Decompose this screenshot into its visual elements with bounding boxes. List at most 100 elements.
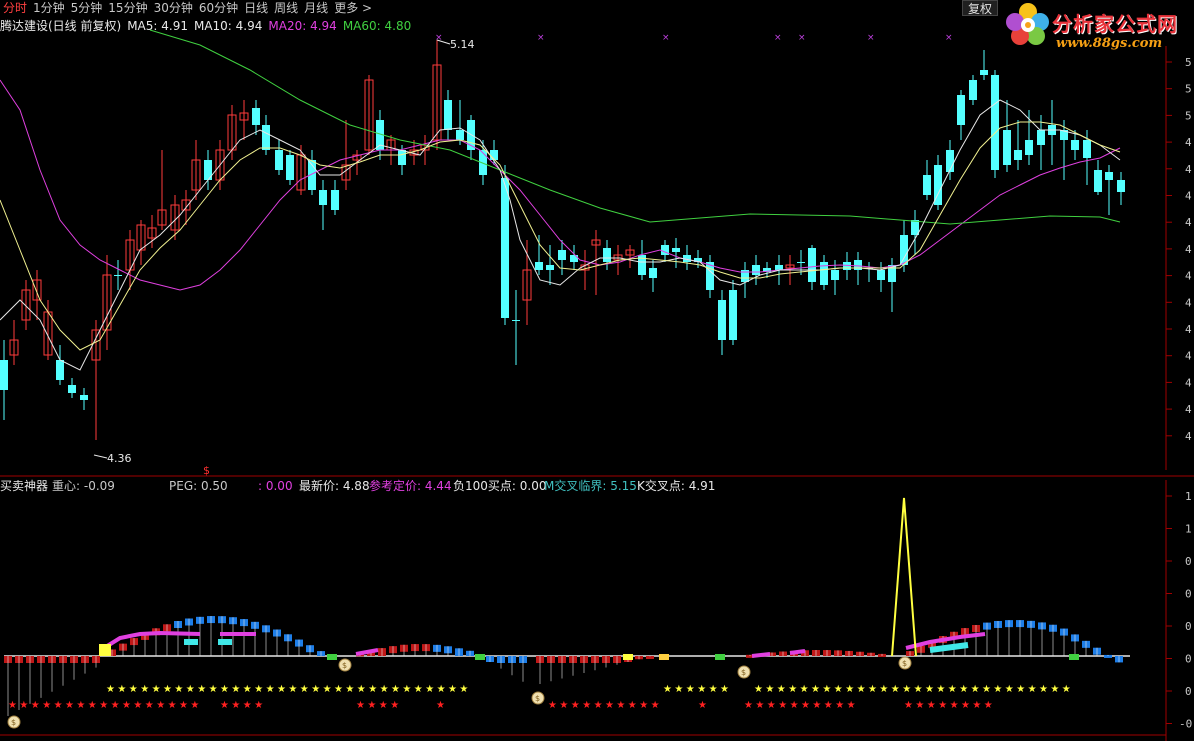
ma60-line (149, 29, 1121, 225)
main-axis-label: 4 (1185, 243, 1192, 256)
yellow-star: ★ (891, 684, 900, 695)
red-star: ★ (972, 700, 981, 711)
yellow-star: ★ (448, 684, 457, 695)
signal-x-marker: × (774, 33, 782, 43)
yellow-star: ★ (925, 684, 934, 695)
red-star: ★ (367, 700, 376, 711)
candle-body-down (252, 108, 260, 125)
sub-axis-label: 1 (1185, 490, 1192, 503)
red-star: ★ (99, 700, 108, 711)
yellow-star: ★ (220, 684, 229, 695)
money-bag-glyph: $ (535, 694, 540, 703)
k-cross-label: K交叉点: 4.91 (637, 479, 716, 493)
yellow-star: ★ (357, 684, 366, 695)
yellow-star: ★ (425, 684, 434, 695)
candle-body-down (843, 262, 851, 270)
yellow-star: ★ (152, 684, 161, 695)
signal-x-marker: × (537, 33, 545, 43)
red-star: ★ (904, 700, 913, 711)
main-axis-label: 4 (1185, 190, 1192, 203)
yellow-star: ★ (777, 684, 786, 695)
indicator-title: 买卖神器 (0, 479, 49, 493)
yellow-star: ★ (231, 684, 240, 695)
money-bag-glyph: $ (342, 661, 347, 670)
red-star: ★ (156, 700, 165, 711)
candle-body-down (1117, 180, 1125, 192)
red-star: ★ (88, 700, 97, 711)
red-star: ★ (145, 700, 154, 711)
candle-body-down (1071, 140, 1079, 150)
yellow-star: ★ (129, 684, 138, 695)
red-star: ★ (190, 700, 199, 711)
candle-body-down (56, 360, 64, 380)
candle-body-down (398, 150, 406, 165)
candle-body-down (535, 262, 543, 270)
candle-body-down (456, 130, 464, 140)
red-star: ★ (133, 700, 142, 711)
yellow-star: ★ (902, 684, 911, 695)
red-star: ★ (594, 700, 603, 711)
red-star: ★ (847, 700, 856, 711)
main-axis-label: 5 (1185, 109, 1192, 122)
red-star: ★ (744, 700, 753, 711)
candle-body-down (969, 80, 977, 100)
yellow-star: ★ (834, 684, 843, 695)
red-star: ★ (379, 700, 388, 711)
zero-marker (1069, 654, 1079, 660)
red-star: ★ (605, 700, 614, 711)
zero-marker (659, 654, 669, 660)
yellow-star: ★ (345, 684, 354, 695)
signal-x-marker: × (867, 33, 875, 43)
signal-x-marker: × (662, 33, 670, 43)
main-axis-label: 4 (1185, 403, 1192, 416)
candle-body-down (752, 265, 760, 275)
yellow-star: ★ (209, 684, 218, 695)
yellow-star: ★ (288, 684, 297, 695)
yellow-star: ★ (163, 684, 172, 695)
sub-axis-label: 0 (1185, 653, 1192, 666)
candle-body-down (957, 95, 965, 125)
sub-axis-label: 0 (1185, 588, 1192, 601)
main-axis-label: 4 (1185, 323, 1192, 336)
red-star: ★ (231, 700, 240, 711)
main-axis-label: 4 (1185, 430, 1192, 443)
red-star: ★ (243, 700, 252, 711)
zero-marker (623, 654, 633, 660)
candle-body-down (900, 235, 908, 265)
yellow-star: ★ (697, 684, 706, 695)
candle-body-down (1094, 170, 1102, 192)
neg100-buy-label: 负100买点: 0.00 (453, 479, 547, 493)
yellow-star: ★ (414, 684, 423, 695)
yellow-star: ★ (686, 684, 695, 695)
yellow-star: ★ (243, 684, 252, 695)
red-star: ★ (179, 700, 188, 711)
candle-body-down (1037, 130, 1045, 145)
yellow-star: ★ (300, 684, 309, 695)
main-axis-label: 5 (1185, 56, 1192, 69)
candle-body-down (831, 270, 839, 280)
yellow-star: ★ (765, 684, 774, 695)
money-bag-glyph: $ (11, 718, 16, 727)
candle-body-down (775, 265, 783, 270)
yellow-star: ★ (174, 684, 183, 695)
kline-chart[interactable]: 5554444444444441100000-0× × × × × × ×5.144.36$… (0, 0, 1194, 741)
candle-body-down (991, 75, 999, 170)
red-star: ★ (628, 700, 637, 711)
yellow-star: ★ (845, 684, 854, 695)
candle-body-down (501, 178, 509, 318)
red-star: ★ (835, 700, 844, 711)
red-star: ★ (950, 700, 959, 711)
sub-axis-label: 0 (1185, 555, 1192, 568)
yellow-star: ★ (117, 684, 126, 695)
red-star: ★ (571, 700, 580, 711)
candle-body-down (80, 395, 88, 400)
sub-axis-label: 0 (1185, 620, 1192, 633)
red-star: ★ (961, 700, 970, 711)
yellow-star: ★ (1050, 684, 1059, 695)
yellow-star: ★ (674, 684, 683, 695)
candle-body-down (1105, 172, 1113, 180)
candle-body-down (1014, 150, 1022, 160)
yellow-box-marker (99, 644, 111, 656)
yellow-star: ★ (266, 684, 275, 695)
main-axis-label: 4 (1185, 296, 1192, 309)
